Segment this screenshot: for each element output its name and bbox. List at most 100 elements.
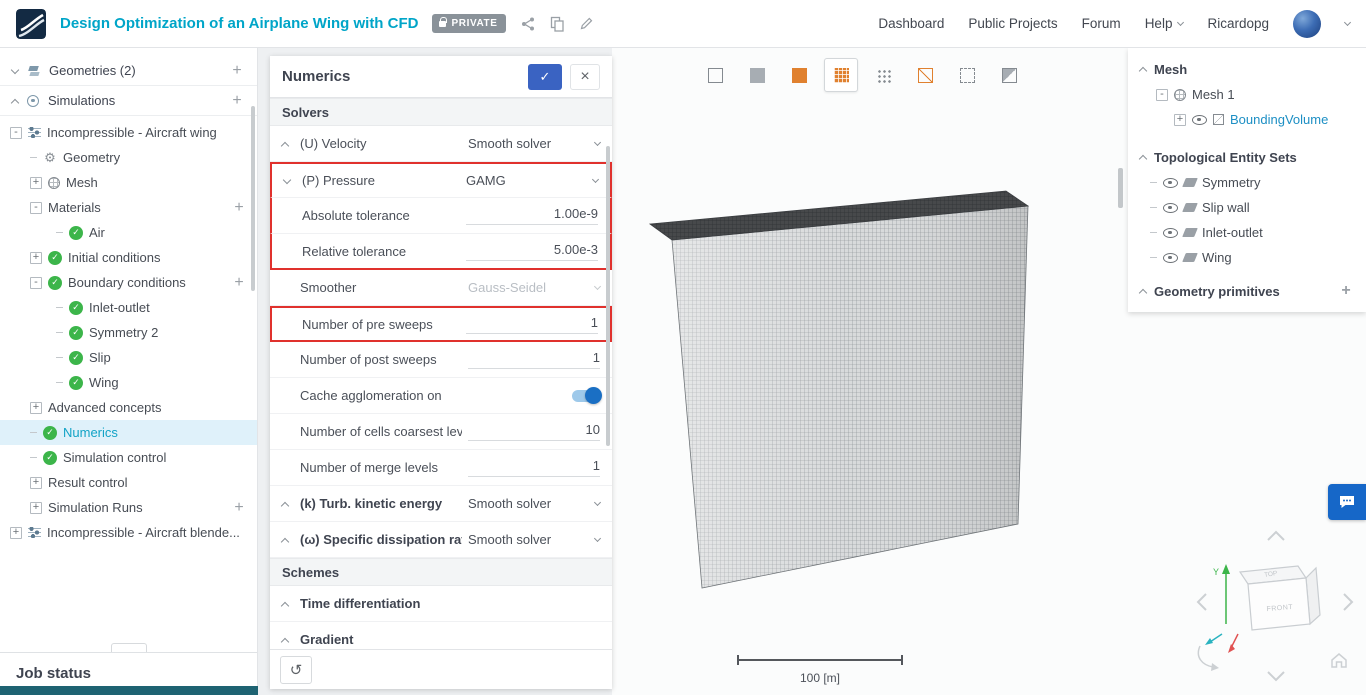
add-geometry-button[interactable]: [229, 63, 245, 79]
edit-icon[interactable]: [579, 16, 594, 31]
undo-button[interactable]: [280, 655, 312, 684]
tree-item[interactable]: - Incompressible - Aircraft wing: [0, 120, 257, 145]
chat-support-button[interactable]: [1328, 484, 1366, 520]
orientation-cube[interactable]: FRONT TOP Y: [1186, 520, 1356, 685]
parameter-input[interactable]: 10: [468, 422, 600, 441]
parameter-input[interactable]: 5.00e-3: [466, 242, 598, 261]
numerics-row[interactable]: Number of cells coarsest level 10: [270, 414, 612, 450]
panel-scrollbar[interactable]: [606, 146, 610, 446]
rotate-left-arrow[interactable]: [1196, 593, 1207, 611]
tree-item[interactable]: Numerics: [0, 420, 257, 445]
numerics-row[interactable]: Number of pre sweeps 1: [270, 306, 612, 342]
tree-item[interactable]: + Simulation Runs: [0, 495, 257, 520]
parameter-input[interactable]: 1: [468, 350, 600, 369]
mesh-tree-item[interactable]: - Mesh 1: [1128, 82, 1366, 107]
parameter-input[interactable]: 1: [468, 458, 600, 477]
rotate-ccw-icon[interactable]: [1197, 645, 1214, 668]
tree-item[interactable]: Slip: [0, 345, 257, 370]
expander-toggle[interactable]: -: [1156, 88, 1168, 101]
numerics-row[interactable]: Number of post sweeps 1: [270, 342, 612, 378]
tree-item[interactable]: + Incompressible - Aircraft blende...: [0, 520, 257, 545]
box-select-icon[interactable]: [950, 58, 984, 92]
node-view-icon[interactable]: [866, 58, 900, 92]
solid-mesh-view-icon[interactable]: [782, 58, 816, 92]
numerics-row[interactable]: (ω) Specific dissipation rate Smooth sol…: [270, 522, 612, 558]
numerics-row[interactable]: Absolute tolerance 1.00e-9: [270, 198, 612, 234]
geometry-primitives-header[interactable]: Geometry primitives: [1128, 278, 1366, 304]
collapse-caret-icon[interactable]: [280, 637, 290, 646]
topo-set-item[interactable]: Wing: [1128, 245, 1366, 270]
rotate-up-arrow[interactable]: [1267, 530, 1285, 541]
nav-link[interactable]: Forum: [1082, 16, 1121, 31]
tree-item[interactable]: + Mesh: [0, 170, 257, 195]
tree-item[interactable]: Simulation control: [0, 445, 257, 470]
nav-link[interactable]: Dashboard: [878, 16, 944, 31]
numerics-row[interactable]: Schemes: [270, 558, 612, 586]
numerics-row[interactable]: (U) Velocity Smooth solver: [270, 126, 612, 162]
numerics-row[interactable]: Number of merge levels 1: [270, 450, 612, 486]
parameter-input[interactable]: 1: [466, 315, 598, 334]
topo-set-item[interactable]: Inlet-outlet: [1128, 220, 1366, 245]
expand-caret-icon[interactable]: [282, 175, 292, 184]
sidebar-scrollbar[interactable]: [251, 106, 255, 291]
add-simulation-button[interactable]: [229, 93, 245, 109]
share-icon[interactable]: [520, 16, 536, 32]
numerics-row[interactable]: Smoother Gauss-Seidel: [270, 270, 612, 306]
add-button[interactable]: [231, 200, 247, 216]
tree-item[interactable]: - Materials: [0, 195, 257, 220]
expander-toggle[interactable]: +: [30, 176, 42, 189]
topological-sets-header[interactable]: Topological Entity Sets: [1128, 144, 1366, 170]
visibility-eye-icon[interactable]: [1192, 114, 1207, 125]
apply-button[interactable]: [528, 63, 562, 90]
expander-toggle[interactable]: +: [30, 501, 42, 514]
add-button[interactable]: [231, 275, 247, 291]
visibility-eye-icon[interactable]: [1163, 227, 1178, 238]
numerics-row[interactable]: Relative tolerance 5.00e-3: [270, 234, 612, 270]
tree-item[interactable]: Symmetry 2: [0, 320, 257, 345]
parameter-select[interactable]: Smooth solver: [468, 532, 602, 547]
numerics-row[interactable]: Time differentiation: [270, 586, 612, 622]
topo-set-item[interactable]: Symmetry: [1128, 170, 1366, 195]
numerics-row[interactable]: Solvers: [270, 98, 612, 126]
collapse-caret-icon[interactable]: [280, 537, 290, 546]
numerics-row[interactable]: Gradient: [270, 622, 612, 649]
tree-item[interactable]: Geometry: [0, 145, 257, 170]
collapse-caret-icon[interactable]: [280, 601, 290, 610]
account-chevron-icon[interactable]: [1343, 18, 1352, 27]
expander-toggle[interactable]: +: [30, 401, 42, 414]
expander-toggle[interactable]: +: [30, 476, 42, 489]
parameter-select[interactable]: Smooth solver: [468, 136, 602, 151]
tree-item[interactable]: Inlet-outlet: [0, 295, 257, 320]
collapse-caret-icon[interactable]: [280, 501, 290, 510]
expander-toggle[interactable]: -: [30, 201, 42, 214]
parameter-select[interactable]: GAMG: [466, 173, 600, 188]
tree-item[interactable]: + Result control: [0, 470, 257, 495]
parameter-input[interactable]: 1.00e-9: [466, 206, 598, 225]
fit-view-icon[interactable]: [698, 58, 732, 92]
tree-item[interactable]: + Advanced concepts: [0, 395, 257, 420]
expander-toggle[interactable]: -: [10, 126, 22, 139]
geometries-section[interactable]: Geometries (2): [0, 56, 257, 86]
mesh-section-header[interactable]: Mesh: [1128, 56, 1366, 82]
app-logo[interactable]: [16, 8, 46, 39]
visibility-eye-icon[interactable]: [1163, 202, 1178, 213]
rotate-right-arrow[interactable]: [1343, 593, 1354, 611]
tree-item[interactable]: Air: [0, 220, 257, 245]
close-button[interactable]: [570, 63, 600, 90]
numerics-row[interactable]: Cache agglomeration on: [270, 378, 612, 414]
collapse-caret-icon[interactable]: [280, 141, 290, 150]
tree-item[interactable]: + Initial conditions: [0, 245, 257, 270]
add-button[interactable]: [231, 500, 247, 516]
nav-link[interactable]: Public Projects: [968, 16, 1057, 31]
surface-view-icon[interactable]: [740, 58, 774, 92]
help-menu[interactable]: Help: [1145, 16, 1185, 31]
home-view-icon[interactable]: [1331, 653, 1347, 668]
tree-item[interactable]: - Boundary conditions: [0, 270, 257, 295]
mesh-tree-item[interactable]: + BoundingVolume: [1128, 107, 1366, 132]
tree-item[interactable]: Wing: [0, 370, 257, 395]
toggle-switch[interactable]: [572, 387, 602, 404]
topo-set-item[interactable]: Slip wall: [1128, 195, 1366, 220]
viewport-scrollbar[interactable]: [1118, 168, 1123, 208]
expander-toggle[interactable]: -: [30, 276, 42, 289]
mesh-clip-icon[interactable]: [992, 58, 1026, 92]
